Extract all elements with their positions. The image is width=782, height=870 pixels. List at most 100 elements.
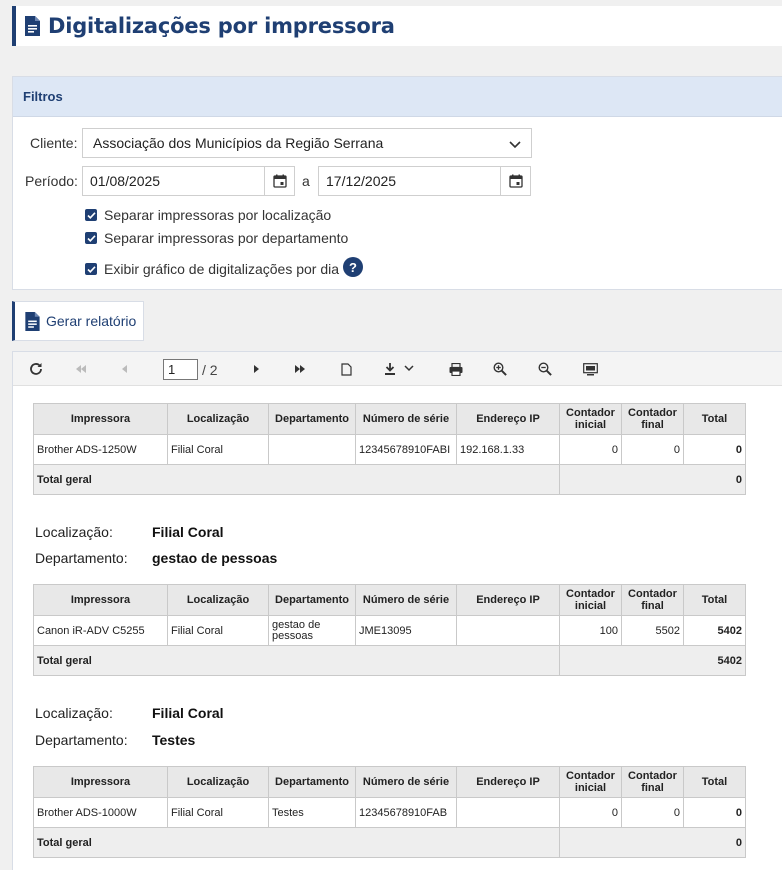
column-header: Número de série: [355, 403, 457, 435]
total-row: Total geral 0: [33, 827, 746, 858]
cell-department: [268, 434, 356, 465]
calendar-icon[interactable]: [500, 167, 530, 195]
column-header: Endereço IP: [456, 766, 560, 798]
cell-start-counter: 100: [559, 615, 622, 646]
date-to-value: 17/12/2025: [326, 173, 397, 189]
column-header: Contador inicial: [559, 584, 622, 616]
total-label: Total geral: [33, 645, 560, 676]
filters-panel: Filtros Cliente: Associação dos Municípi…: [12, 76, 782, 290]
document-icon: [25, 311, 40, 331]
group-location: Localização: Filial Coral: [35, 524, 224, 540]
table-row: Canon iR-ADV C5255 Filial Coral gestao d…: [33, 615, 746, 646]
column-header: Impressora: [33, 766, 168, 798]
zoom-in-icon[interactable]: [492, 361, 508, 377]
download-icon[interactable]: [383, 361, 417, 377]
generate-report-button[interactable]: Gerar relatório: [12, 301, 144, 341]
cell-printer: Brother ADS-1250W: [33, 434, 168, 465]
separate-by-department-checkbox[interactable]: Separar impressoras por departamento: [85, 230, 348, 246]
page-number-input[interactable]: 1: [163, 359, 198, 380]
client-select[interactable]: Associação dos Municípios da Região Serr…: [82, 128, 532, 158]
refresh-icon[interactable]: [28, 361, 44, 377]
cell-start-counter: 0: [559, 797, 622, 828]
checkbox-label: Separar impressoras por departamento: [104, 230, 349, 246]
column-header: Localização: [167, 403, 269, 435]
department-value: Testes: [152, 732, 196, 748]
cell-location: Filial Coral: [167, 797, 269, 828]
show-daily-chart-checkbox[interactable]: Exibir gráfico de digitalizações por dia…: [85, 257, 364, 277]
table-header-row: Impressora Localização Departamento Núme…: [33, 403, 746, 435]
column-header: Contador final: [621, 403, 684, 435]
fullscreen-icon[interactable]: [582, 361, 598, 377]
location-value: Filial Coral: [152, 705, 224, 721]
first-page-icon[interactable]: [73, 361, 89, 377]
date-separator: a: [302, 173, 310, 189]
cell-serial: 12345678910FABI: [355, 434, 457, 465]
cell-total: 5402: [683, 615, 746, 646]
column-header: Contador final: [621, 584, 684, 616]
column-header: Número de série: [355, 766, 457, 798]
column-header: Impressora: [33, 403, 168, 435]
cell-printer: Brother ADS-1000W: [33, 797, 168, 828]
column-header: Total: [683, 766, 746, 798]
cell-location: Filial Coral: [167, 615, 269, 646]
cell-end-counter: 0: [621, 434, 684, 465]
grand-total: 0: [559, 827, 746, 858]
report-table: Impressora Localização Departamento Núme…: [33, 584, 746, 676]
generate-report-label: Gerar relatório: [46, 313, 137, 329]
checkbox-checked-icon[interactable]: [85, 232, 97, 244]
total-label: Total geral: [33, 827, 560, 858]
table-row: Brother ADS-1000W Filial Coral Testes 12…: [33, 797, 746, 828]
date-to-input[interactable]: 17/12/2025: [318, 166, 531, 196]
filters-title: Filtros: [13, 77, 782, 117]
checkbox-label: Separar impressoras por localização: [104, 207, 332, 223]
column-header: Contador inicial: [559, 403, 622, 435]
client-label: Cliente:: [30, 135, 78, 151]
report-table: Impressora Localização Departamento Núme…: [33, 403, 746, 495]
checkbox-label: Exibir gráfico de digitalizações por dia: [104, 261, 340, 277]
cell-department: gestao de pessoas: [268, 615, 356, 646]
checkbox-checked-icon[interactable]: [85, 263, 97, 275]
column-header: Localização: [167, 766, 269, 798]
column-header: Total: [683, 584, 746, 616]
chevron-down-icon: [509, 141, 521, 149]
cell-department: Testes: [268, 797, 356, 828]
page-header: Digitalizações por impressora: [12, 6, 782, 46]
help-icon[interactable]: ?: [343, 257, 364, 277]
cell-ip: [456, 615, 560, 646]
department-label: Departamento:: [35, 550, 128, 566]
document-icon: [25, 16, 40, 36]
cell-printer: Canon iR-ADV C5255: [33, 615, 168, 646]
group-location: Localização: Filial Coral: [35, 705, 224, 721]
table-row: Brother ADS-1250W Filial Coral 123456789…: [33, 434, 746, 465]
column-header: Endereço IP: [456, 584, 560, 616]
grand-total: 5402: [559, 645, 746, 676]
column-header: Localização: [167, 584, 269, 616]
prev-page-icon[interactable]: [117, 361, 133, 377]
cell-serial: 12345678910FAB: [355, 797, 457, 828]
column-header: Departamento: [268, 403, 356, 435]
viewer-toolbar: 1 / 2: [13, 352, 782, 386]
calendar-icon[interactable]: [264, 167, 294, 195]
column-header: Endereço IP: [456, 403, 560, 435]
cell-end-counter: 0: [621, 797, 684, 828]
print-icon[interactable]: [448, 361, 464, 377]
total-row: Total geral 5402: [33, 645, 746, 676]
cell-ip: [456, 797, 560, 828]
cell-total: 0: [683, 797, 746, 828]
cell-serial: JME13095: [355, 615, 457, 646]
checkbox-checked-icon[interactable]: [85, 209, 97, 221]
grand-total: 0: [559, 464, 746, 495]
client-value: Associação dos Municípios da Região Serr…: [93, 135, 384, 151]
column-header: Total: [683, 403, 746, 435]
date-from-input[interactable]: 01/08/2025: [82, 166, 295, 196]
period-label: Período:: [25, 173, 78, 189]
location-label: Localização:: [35, 524, 113, 540]
last-page-icon[interactable]: [293, 361, 309, 377]
page-total: / 2: [202, 362, 218, 378]
zoom-out-icon[interactable]: [537, 361, 553, 377]
separate-by-location-checkbox[interactable]: Separar impressoras por localização: [85, 207, 331, 223]
document-icon[interactable]: [338, 361, 354, 377]
location-label: Localização:: [35, 705, 113, 721]
next-page-icon[interactable]: [249, 361, 265, 377]
total-label: Total geral: [33, 464, 560, 495]
